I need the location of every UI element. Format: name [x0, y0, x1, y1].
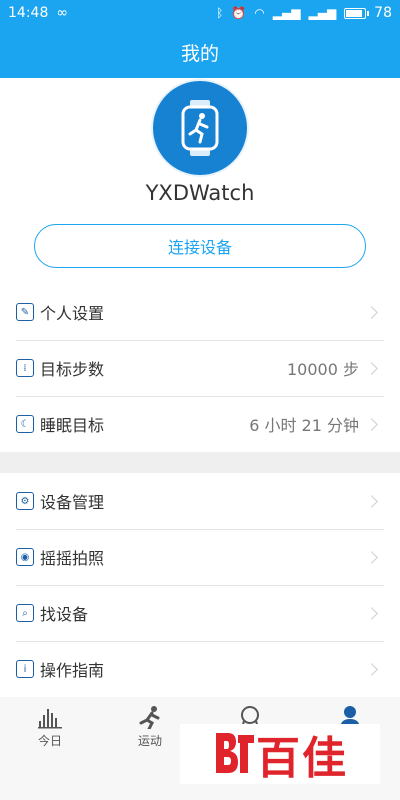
moon-clock-icon: ☾	[16, 415, 34, 433]
list-item-label: 摇摇拍照	[40, 549, 105, 568]
chevron-right-icon	[365, 417, 378, 431]
watch-avatar[interactable]	[153, 81, 247, 175]
list-item-label: 操作指南	[40, 661, 105, 680]
alarm-icon: ⏰	[231, 6, 247, 20]
status-time: 14:48	[8, 5, 49, 21]
battery-fill	[346, 9, 362, 17]
chevron-right-icon	[365, 494, 378, 508]
chevron-right-icon	[365, 361, 378, 375]
chevron-right-icon	[365, 305, 378, 319]
sleep-goal-value: 6 小时 21 分钟	[249, 416, 359, 435]
chevron-right-icon	[365, 550, 378, 564]
bluetooth-icon: ᛒ	[216, 6, 224, 20]
list-item-device-management[interactable]: ⚙ 设备管理	[0, 473, 400, 529]
settings-group-2: ⚙ 设备管理 ◉ 摇摇拍照 ⌕ 找设备 i 操作指南	[0, 473, 400, 697]
status-icons: ᛒ ⏰ ◠ ▂▄▆ ▂▄▆ 78	[216, 5, 392, 21]
settings-group-1: ✎ 个人设置 ⁞ 目标步数 10000 步 ☾ 睡眠目标 6 小时 21 分钟	[0, 284, 400, 452]
watermark-mark-icon	[216, 733, 254, 773]
tab-label: 运动	[137, 734, 162, 748]
signal-icon: ▂▄▆	[272, 6, 301, 20]
list-item-label: 找设备	[40, 605, 89, 624]
info-icon: i	[16, 660, 34, 678]
list-item-step-goal[interactable]: ⁞ 目标步数 10000 步	[0, 340, 400, 396]
camera-icon: ◉	[16, 548, 34, 566]
list-item-label: 睡眠目标	[40, 416, 105, 435]
infinity-icon: ∞	[56, 5, 69, 21]
battery-level: 78	[374, 5, 392, 21]
chevron-right-icon	[365, 606, 378, 620]
watermark-logo: 百佳	[180, 724, 380, 784]
page-title: 我的	[180, 42, 219, 65]
chevron-right-icon	[365, 662, 378, 676]
list-item-label: 目标步数	[40, 360, 105, 379]
list-item-guide[interactable]: i 操作指南	[0, 641, 400, 697]
watch-icon	[181, 100, 219, 156]
list-item-label: 个人设置	[40, 304, 105, 323]
list-item-sleep-goal[interactable]: ☾ 睡眠目标 6 小时 21 分钟	[0, 396, 400, 452]
signal-icon: ▂▄▆	[308, 6, 337, 20]
runner-icon	[137, 703, 163, 729]
person-settings-icon: ✎	[16, 303, 34, 321]
tab-label: 今日	[37, 734, 62, 748]
status-bar: 14:48 ∞ ᛒ ⏰ ◠ ▂▄▆ ▂▄▆ 78	[0, 0, 400, 26]
battery-icon	[344, 7, 370, 19]
list-item-label: 设备管理	[40, 493, 105, 512]
step-goal-value: 10000 步	[287, 360, 359, 379]
watermark-text: 百佳	[256, 733, 348, 784]
list-item-shake-photo[interactable]: ◉ 摇摇拍照	[0, 529, 400, 585]
connect-device-button[interactable]: 连接设备	[34, 224, 366, 268]
list-item-personal-settings[interactable]: ✎ 个人设置	[0, 284, 400, 340]
footsteps-icon: ⁞	[16, 359, 34, 377]
profile-section: YXDWatch 连接设备	[0, 78, 400, 284]
page-header: 我的	[0, 26, 400, 78]
search-icon: ⌕	[16, 604, 34, 622]
tab-today[interactable]: 今日	[0, 697, 100, 753]
wifi-icon: ◠	[254, 6, 265, 20]
list-item-find-device[interactable]: ⌕ 找设备	[0, 585, 400, 641]
gear-icon: ⚙	[16, 492, 34, 510]
device-name: YXDWatch	[145, 181, 255, 205]
bar-chart-icon	[37, 703, 63, 729]
